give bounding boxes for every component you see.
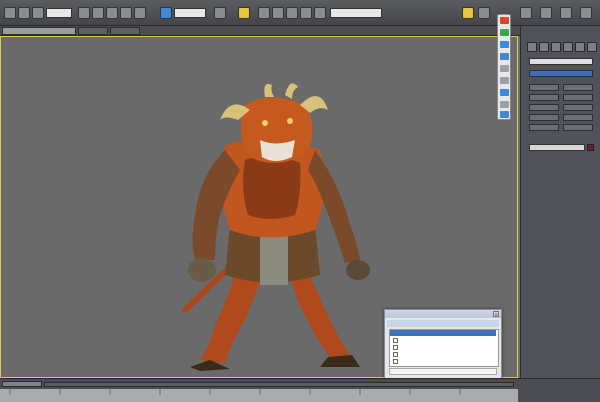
scale-icon[interactable] [120,7,132,19]
mirror-icon[interactable] [300,7,312,19]
align-icon[interactable] [314,7,326,19]
utilities-tab-icon[interactable] [587,42,597,52]
dialog-list-header [390,330,496,336]
time-slider-track[interactable] [44,382,514,387]
tab-viewport-1[interactable] [2,27,76,35]
play-icon[interactable] [500,29,509,36]
redo-icon[interactable] [18,7,30,19]
percent-snap-icon[interactable] [272,7,284,19]
checkbox[interactable] [393,352,398,357]
object-color-swatch[interactable] [587,144,594,151]
panel-button-8[interactable] [563,114,593,121]
list-item[interactable] [390,358,496,365]
floating-dialog: × [384,309,502,379]
panel-button-7[interactable] [529,114,559,121]
move-icon[interactable] [92,7,104,19]
panel-button-3[interactable] [529,94,559,101]
helper-icon[interactable] [500,89,509,96]
timeline [0,378,520,402]
checkbox[interactable] [393,345,398,350]
material-editor-icon[interactable] [520,7,532,19]
render-frame-icon[interactable] [580,7,592,19]
hierarchy-tab-icon[interactable] [551,42,561,52]
frame-slider[interactable] [2,381,42,387]
panel-button-2[interactable] [563,84,593,91]
name-color-field[interactable] [529,144,585,151]
object-type-header[interactable] [529,70,593,77]
motion-tab-icon[interactable] [563,42,573,52]
view-dropdown[interactable] [174,8,206,18]
select-icon[interactable] [78,7,90,19]
creature-model[interactable] [170,75,380,375]
layer-icon[interactable] [462,7,474,19]
snap-icon[interactable] [238,7,250,19]
tab-viewport-2[interactable] [78,27,108,35]
unlink-icon[interactable] [134,7,146,19]
spinner-snap-icon[interactable] [286,7,298,19]
space-warp-icon[interactable] [500,101,509,108]
link-icon[interactable] [32,7,44,19]
command-panel [520,26,600,378]
dialog-list [389,329,499,367]
list-item[interactable] [390,351,496,358]
floating-vertical-toolbar [497,14,511,120]
dialog-group-header[interactable] [387,320,499,327]
camera-icon[interactable] [500,77,509,84]
angle-snap-icon[interactable] [258,7,270,19]
display-tab-icon[interactable] [575,42,585,52]
named-selection-dropdown[interactable] [330,8,382,18]
render-icon[interactable] [560,7,572,19]
object-name-field[interactable] [529,58,593,65]
viewport-tabstrip [0,26,520,36]
panel-button-9[interactable] [529,124,559,131]
tab-viewport-3[interactable] [110,27,140,35]
rotate-icon[interactable] [106,7,118,19]
panel-button-6[interactable] [563,104,593,111]
checkbox[interactable] [393,338,398,343]
dialog-title[interactable] [385,310,501,318]
panel-button-5[interactable] [529,104,559,111]
gear-icon[interactable] [500,53,509,60]
record-icon[interactable] [500,17,509,24]
modify-tab-icon[interactable] [539,42,549,52]
list-item[interactable] [390,337,496,344]
panel-button-1[interactable] [529,84,559,91]
checkbox[interactable] [393,359,398,364]
selection-filter-dropdown[interactable] [46,8,72,18]
pivot-icon[interactable] [214,7,226,19]
create-tab-icon[interactable] [527,42,537,52]
globe-icon[interactable] [500,41,509,48]
curve-editor-icon[interactable] [478,7,490,19]
animation-controls [520,378,600,402]
panel-button-10[interactable] [563,124,593,131]
reference-icon[interactable] [160,7,172,19]
list-item[interactable] [390,344,496,351]
undo-icon[interactable] [4,7,16,19]
render-setup-icon[interactable] [540,7,552,19]
close-icon[interactable]: × [493,311,499,317]
light-icon[interactable] [500,65,509,72]
dialog-status-field[interactable] [389,368,497,375]
panel-button-4[interactable] [563,94,593,101]
timeline-ruler[interactable] [0,389,518,402]
systems-icon[interactable] [500,111,509,118]
